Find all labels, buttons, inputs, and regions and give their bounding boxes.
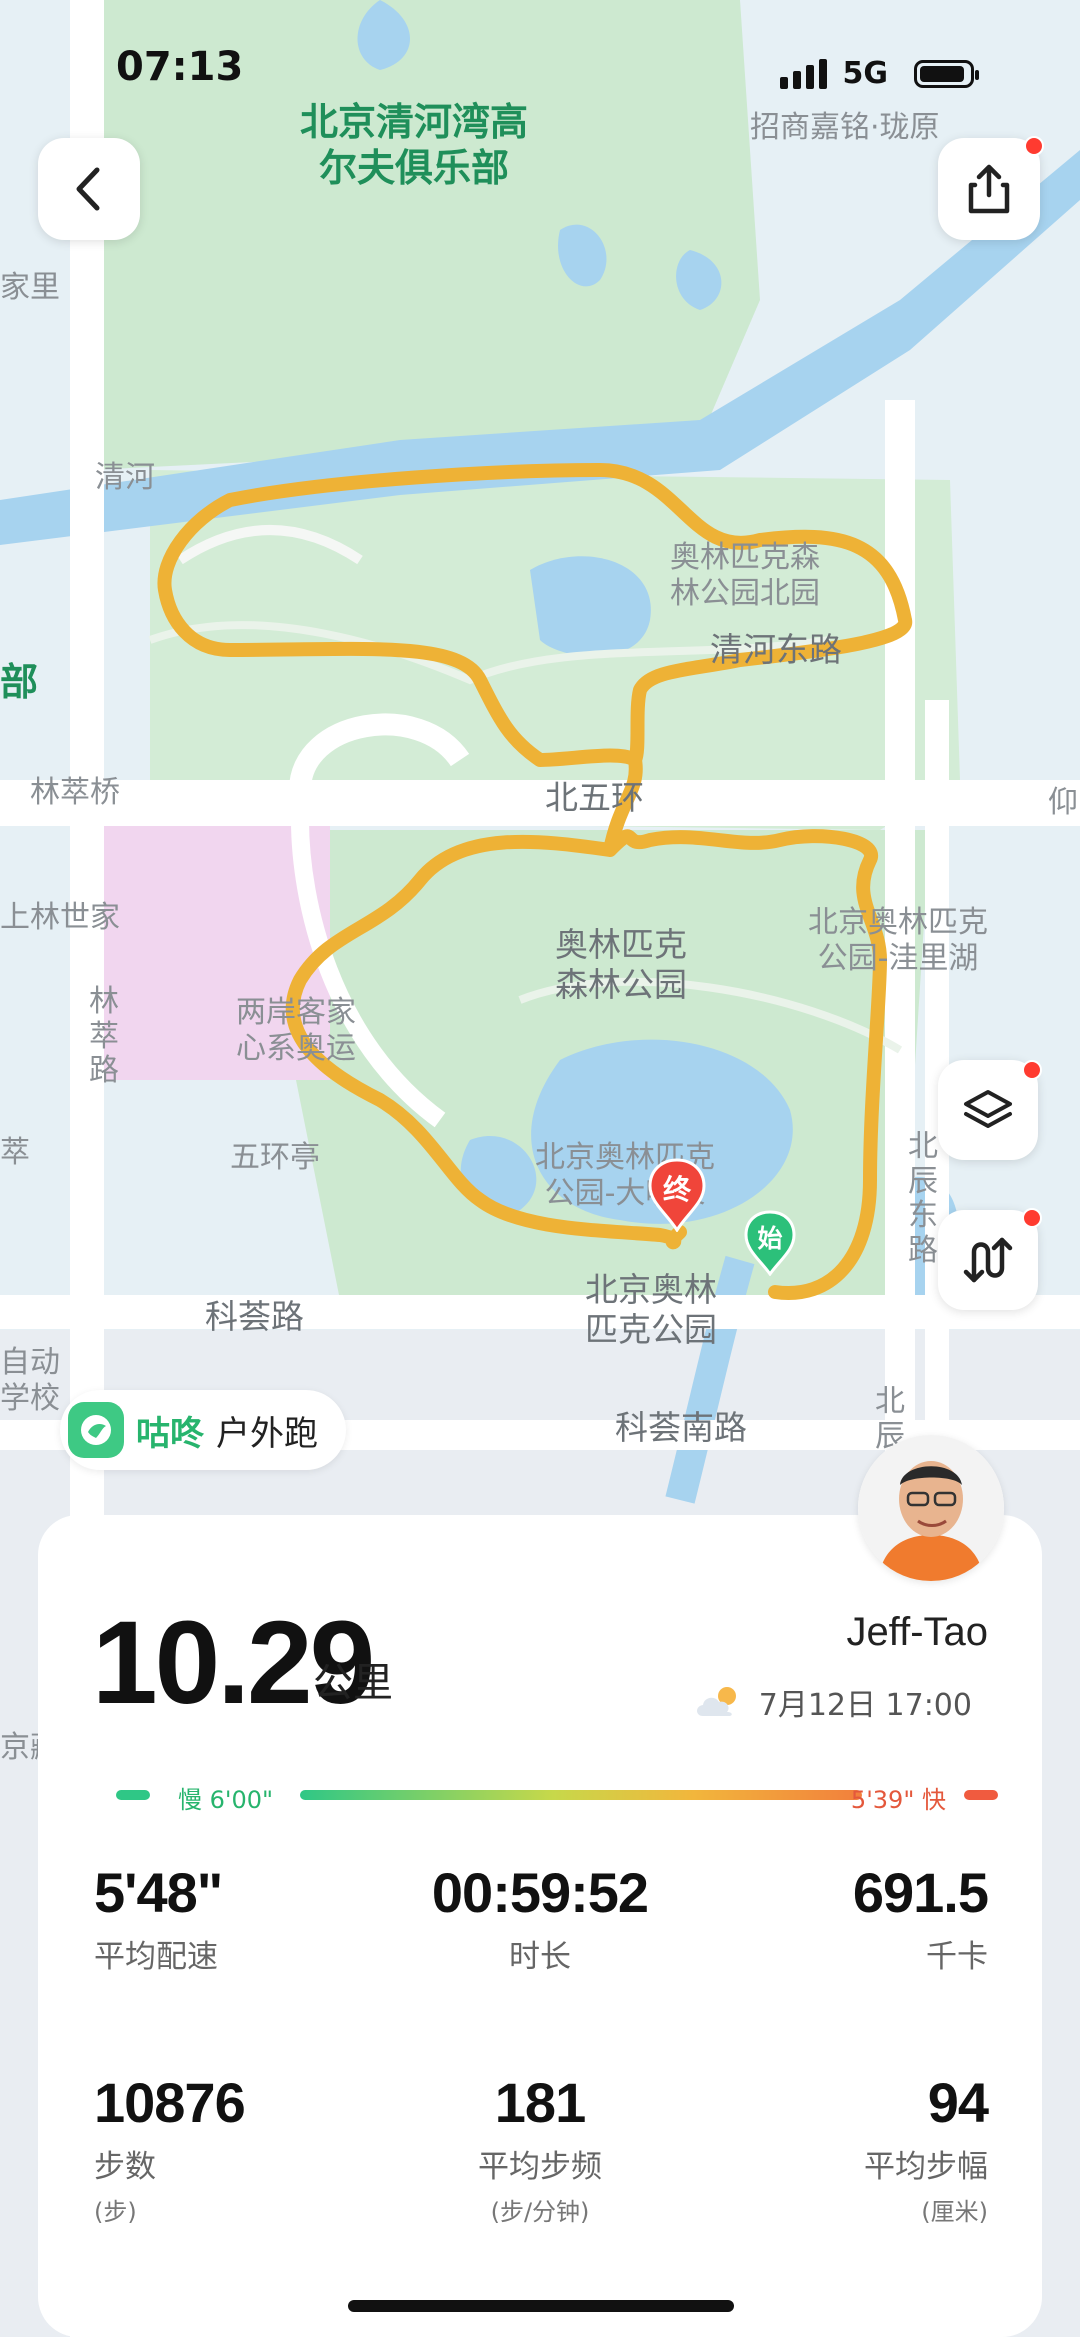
map-label-qinghe-east: 清河东路 — [710, 630, 842, 669]
back-button[interactable] — [38, 138, 140, 240]
pace-gradient-bar — [300, 1790, 862, 1800]
run-summary-card: 10.29 公里 Jeff-Tao 7月12日 17:00 慢 6'00" 5'… — [38, 1515, 1042, 2337]
stat-unit: (厘米) — [921, 2198, 988, 2226]
run-date: 7月12日 17:00 — [693, 1680, 972, 1724]
map-label-beichen: 北辰东路 — [908, 1129, 938, 1268]
gudong-bird-icon — [68, 1402, 124, 1458]
pace-slow-dash — [116, 1790, 150, 1800]
end-marker-label: 终 — [662, 1173, 691, 1206]
stat-value: 691.5 — [852, 1861, 989, 1924]
track-toggle-button[interactable] — [938, 1210, 1038, 1310]
pace-scale: 慢 6'00" 5'39" 快 — [78, 1778, 1002, 1818]
pace-fast-dash — [964, 1790, 998, 1800]
map-label-lincuilu: 林萃路 — [89, 984, 119, 1088]
stat-calories: 691.5 千卡 — [688, 1860, 989, 1976]
map-label-wali: 北京奥林匹克 公园-洼里湖 — [808, 905, 988, 976]
share-notification-dot — [1024, 136, 1044, 156]
kehui-road — [0, 1295, 1080, 1329]
layers-icon — [964, 1090, 1012, 1128]
route-track-icon — [963, 1237, 1013, 1283]
map-label-left-zidong: 自动 学校 — [0, 1345, 60, 1416]
track-notification-dot — [1022, 1208, 1042, 1228]
north-5th-ring-road — [0, 780, 1080, 826]
pace-slow-label: 慢 6'00" — [178, 1786, 274, 1814]
app-badge[interactable]: 咕咚 户外跑 — [60, 1390, 346, 1470]
stat-duration: 00:59:52 时长 — [390, 1860, 690, 1976]
stat-value: 5'48" — [94, 1861, 223, 1924]
end-marker: 终 — [648, 1158, 706, 1233]
app-name: 咕咚 — [136, 1413, 204, 1454]
stat-unit: (步) — [94, 2198, 137, 2226]
map-label-shanglin: 上林世家 — [0, 900, 120, 935]
stat-label: 平均步幅 — [864, 2149, 988, 2185]
partly-cloudy-icon — [696, 1687, 736, 1716]
user-name: Jeff-Tao — [846, 1610, 988, 1654]
activity-type: 户外跑 — [216, 1413, 318, 1454]
stat-cadence: 181 平均步频 (步/分钟) — [390, 2070, 690, 2227]
map-label-kehuilu: 科荟路 — [205, 1297, 304, 1336]
avatar[interactable] — [858, 1435, 1004, 1581]
map-label-liangan: 两岸客家 心系奥运 — [236, 995, 356, 1066]
map-label-wuhuanting: 五环亭 — [230, 1140, 320, 1175]
map-label-beiwuhuan: 北五环 — [545, 778, 644, 817]
stat-unit: (步/分钟) — [490, 2198, 590, 2226]
chevron-left-icon — [76, 167, 100, 211]
stat-avg-pace: 5'48" 平均配速 — [94, 1860, 394, 1976]
stat-label: 步数 — [94, 2149, 156, 2185]
map-label-kehuinan: 科荟南路 — [615, 1408, 747, 1447]
layers-notification-dot — [1022, 1060, 1042, 1080]
status-icons: 5G — [779, 56, 979, 91]
stat-value: 10876 — [94, 2071, 246, 2134]
stat-value: 00:59:52 — [431, 1861, 649, 1924]
network-type: 5G — [842, 56, 889, 91]
map-label-left-bu: 部 — [0, 660, 39, 704]
map-label-lincuiqiao: 林萃桥 — [30, 775, 120, 810]
stat-label: 时长 — [509, 1939, 571, 1975]
share-icon — [968, 164, 1010, 214]
status-time: 07:13 — [116, 44, 244, 90]
stat-value: 181 — [494, 2071, 586, 2134]
stat-stride: 94 平均步幅 (厘米) — [688, 2070, 989, 2227]
stat-label: 千卡 — [926, 1939, 988, 1975]
map-label-aolinpark: 北京奥林 匹克公园 — [585, 1270, 717, 1349]
map-label-left-li: 家里 — [0, 270, 60, 305]
distance-unit: 公里 — [313, 1660, 393, 1706]
map-label-aolin-forest: 奥林匹克 森林公园 — [555, 925, 687, 1004]
stat-steps: 10876 步数 (步) — [94, 2070, 394, 2227]
battery-icon — [914, 59, 979, 88]
map-label-left-cui: 萃 — [0, 1135, 30, 1170]
stat-label: 平均步频 — [478, 2149, 602, 2185]
stat-label: 平均配速 — [94, 1939, 218, 1975]
share-button[interactable] — [938, 138, 1040, 240]
pace-fast-label: 5'39" 快 — [850, 1786, 946, 1814]
start-marker: 始 — [744, 1210, 796, 1277]
run-date-text: 7月12日 17:00 — [758, 1688, 972, 1723]
start-marker-label: 始 — [757, 1224, 783, 1253]
stat-value: 94 — [927, 2071, 989, 2134]
signal-icon — [779, 58, 827, 89]
map-label-aolin-north: 奥林匹克森 林公园北园 — [670, 540, 820, 611]
user-photo — [858, 1435, 1004, 1581]
status-bar: 07:13 5G — [0, 0, 1080, 140]
home-indicator[interactable] — [348, 2300, 734, 2312]
map-label-right-yang: 仰 — [1048, 785, 1078, 820]
map-label-qinghe: 清河 — [95, 460, 155, 495]
